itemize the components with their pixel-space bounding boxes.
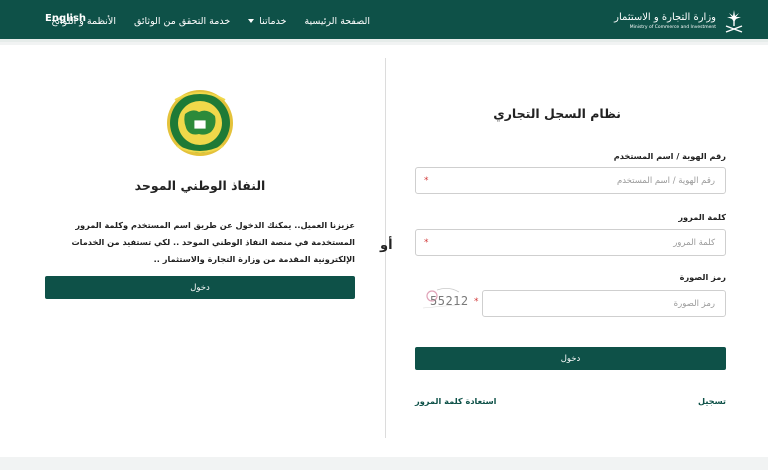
id-placeholder: رقم الهوية / اسم المستخدم — [616, 175, 715, 186]
required-mark: * — [424, 175, 429, 186]
caret-down-icon — [248, 19, 255, 23]
recover-password-link[interactable]: استعادة كلمة المرور — [415, 396, 496, 406]
national-access-description: عزيزنا العميل.. يمكنك الدخول عن طريق اسم… — [71, 220, 355, 264]
captcha-label: رمز الصورة — [679, 272, 726, 282]
national-access-login-button[interactable]: دخول — [45, 276, 355, 299]
nav-services-label: خدماتنا — [259, 15, 287, 27]
id-username-input[interactable]: رقم الهوية / اسم المستخدم * — [415, 167, 726, 194]
required-mark: * — [474, 297, 479, 307]
nav-home[interactable]: الصفحة الرئيسية — [304, 16, 370, 27]
page-footer-strip — [0, 457, 768, 470]
captcha-placeholder: رمز الصورة — [673, 298, 715, 309]
nav-services[interactable]: خدماتنا — [248, 16, 286, 27]
nav-document-verification[interactable]: خدمة التحقق من الوثائق — [134, 16, 230, 27]
registry-login-button[interactable]: دخول — [415, 347, 726, 370]
or-separator: أو — [380, 238, 393, 253]
top-navbar: وزارة التجارة و الاستثمار Ministry of Co… — [0, 0, 768, 42]
national-seal-icon — [167, 90, 233, 156]
brand-english-name: Ministry of Commerce and Investment — [629, 24, 716, 30]
required-mark: * — [424, 237, 429, 248]
password-placeholder: كلمة المرور — [673, 237, 715, 248]
national-access-title: النفاذ الوطني الموحد — [134, 178, 266, 193]
password-input[interactable]: كلمة المرور * — [415, 229, 726, 256]
ministry-logo[interactable]: وزارة التجارة و الاستثمار Ministry of Co… — [614, 7, 746, 35]
captcha-code: 55212 — [430, 294, 469, 308]
nav-document-verification-label: خدمة التحقق من الوثائق — [133, 15, 231, 27]
register-link[interactable]: تسجيل — [698, 396, 726, 406]
password-label: كلمة المرور — [678, 212, 726, 222]
captcha-input[interactable]: رمز الصورة — [482, 290, 726, 317]
language-switch[interactable]: English — [45, 13, 86, 24]
nav-home-label: الصفحة الرئيسية — [304, 15, 370, 27]
commercial-registry-title: نظام السجل التجاري — [493, 106, 621, 121]
brand-arabic-name: وزارة التجارة و الاستثمار — [614, 11, 716, 23]
palm-swords-icon — [725, 10, 743, 33]
id-label: رقم الهوية / اسم المستخدم — [613, 151, 726, 161]
